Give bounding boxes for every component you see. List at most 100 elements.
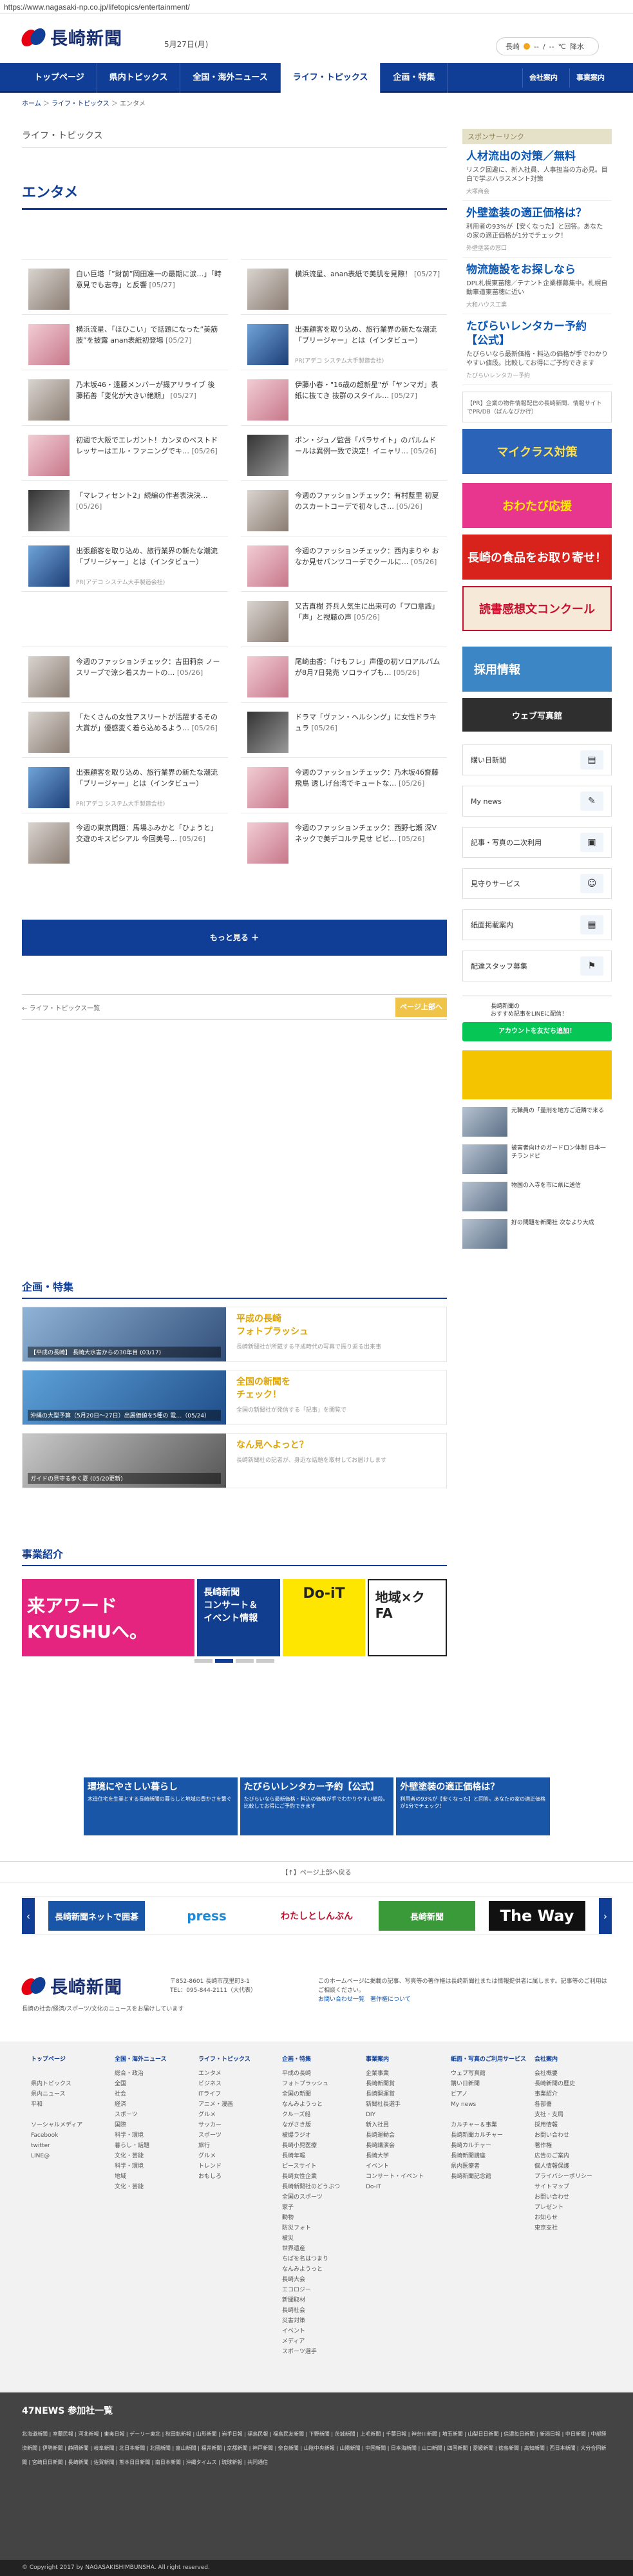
- article-item[interactable]: 尾崎由香：「けもフレ」声優の初ソロアルバムが8月7日発売 ソロライブも… [05…: [241, 647, 447, 702]
- sitemap-link[interactable]: 購い日新聞: [451, 2079, 526, 2089]
- sitemap-link[interactable]: 防災フォト: [282, 2223, 340, 2233]
- carousel-dot[interactable]: [194, 1659, 213, 1663]
- sitemap-link[interactable]: 長崎新聞の歴史: [534, 2079, 592, 2089]
- sitemap-link[interactable]: お問い合わせ: [534, 2192, 592, 2202]
- sitemap-link[interactable]: 長崎カルチャー: [451, 2141, 526, 2151]
- sitemap-link[interactable]: メディア: [282, 2336, 340, 2347]
- sitemap-link[interactable]: 長崎女性企業: [282, 2172, 340, 2182]
- article-item[interactable]: 今週のファッションチェック：西内まりや おなか見せパンツコーデでクールに… [0…: [241, 536, 447, 591]
- sitemap-link[interactable]: 被災: [282, 2233, 340, 2244]
- sitemap-link[interactable]: 長崎新聞社のどうぶつ: [282, 2182, 340, 2192]
- sitemap-link[interactable]: twitter: [31, 2141, 82, 2151]
- sitemap-link[interactable]: LINE@: [31, 2151, 82, 2161]
- news47-list[interactable]: 北海道新聞 | 室蘭民報 | 河北新報 | 東奥日報 | デーリー東北 | 秋田…: [22, 2427, 611, 2470]
- sponsor-title[interactable]: 人材流出の対策／無料: [466, 149, 608, 164]
- sitemap-link[interactable]: 全国のスポーツ: [282, 2192, 340, 2202]
- side-news-item[interactable]: 物国の入寺を市に県に送信: [462, 1182, 612, 1211]
- page-top-link[interactable]: 【↑】ページ上部へ戻る: [0, 1861, 633, 1882]
- pr-note[interactable]: 【PR】企業の物件情報配信の長崎新聞、情報サイトでPR/DB（ばんなびか行）: [462, 392, 612, 422]
- sitemap-heading[interactable]: トップページ: [31, 2054, 82, 2065]
- chevron-left-icon[interactable]: ‹: [22, 1898, 35, 1934]
- sitemap-heading[interactable]: 企画・特集: [282, 2054, 340, 2065]
- sitemap-heading[interactable]: 紙面・写真のご利用サービス: [451, 2054, 526, 2065]
- sitemap-link[interactable]: 個人情報保護: [534, 2161, 592, 2172]
- article-item[interactable]: 出張顧客を取り込め、旅行業界の新たな潮流「ブリージャー」とは（インタビュー） P…: [22, 757, 228, 813]
- sitemap-link[interactable]: 新聞取材: [282, 2295, 340, 2306]
- side-banner[interactable]: 長崎の食品をお取り寄せ！: [462, 535, 612, 580]
- sponsor-item[interactable]: 人材流出の対策／無料 リスク回避に、新入社員、人事担当の方必見。目白で学ぶハラスメ…: [462, 144, 612, 201]
- sitemap-link[interactable]: 全国の新聞: [282, 2089, 340, 2099]
- article-item[interactable]: ドラマ「ヴァン・ヘルシング」に女性ドラキュラ [05/26]: [241, 702, 447, 757]
- feature-row[interactable]: ガイドの見守る歩く夏 (05/20更新) なん見へよっと？ 長崎新聞社の記者が、身…: [22, 1433, 447, 1488]
- side-link[interactable]: 記事・写真の二次利用 ▣: [462, 827, 612, 858]
- sitemap-link[interactable]: サッカー: [198, 2120, 250, 2130]
- page-top-button[interactable]: ページ上部へ: [395, 998, 447, 1017]
- sitemap-link[interactable]: ウェブ写真館: [451, 2069, 526, 2079]
- article-item[interactable]: 「たくさんの女性アスリートが活躍するその大賞が」優感変く着ら込めるよう… [05…: [22, 702, 228, 757]
- sitemap-link[interactable]: 平和: [31, 2099, 82, 2110]
- nav-company[interactable]: 会社案内: [522, 68, 564, 88]
- side-banner[interactable]: 読書感想文コンクール: [462, 586, 612, 631]
- sponsor-item[interactable]: 物流施設をお探しなら DPL札幌東苗穂／テナント企業様募集中。札幌自動車道東苗穂に…: [462, 258, 612, 314]
- nav-features[interactable]: 企画・特集: [381, 63, 448, 93]
- sitemap-link[interactable]: 企業事業: [366, 2069, 424, 2079]
- sitemap-link[interactable]: 家子: [282, 2202, 340, 2213]
- sitemap-link[interactable]: なんみようっと: [282, 2264, 340, 2275]
- sitemap-link[interactable]: 東京支社: [534, 2223, 592, 2233]
- article-item[interactable]: 伊藤小春・"16歳の超新星"が「ヤンマガ」表紙に抜てき 抜群のスタイル… [05…: [241, 370, 447, 425]
- side-banner[interactable]: 採用情報: [462, 647, 612, 692]
- side-banner[interactable]: おわたび応援: [462, 483, 612, 528]
- sitemap-link[interactable]: 経済: [115, 2099, 167, 2110]
- side-banner[interactable]: [462, 1050, 612, 1099]
- carousel-slide[interactable]: 長崎新聞 コンサート＆ イベント情報: [197, 1579, 281, 1656]
- sitemap-link[interactable]: 社会: [115, 2089, 167, 2099]
- sitemap-link[interactable]: 国際: [115, 2120, 167, 2130]
- sitemap-link[interactable]: ピースサイト: [282, 2161, 340, 2172]
- sitemap-link[interactable]: 県内トピックス: [31, 2079, 82, 2089]
- sitemap-link[interactable]: イベント: [282, 2326, 340, 2336]
- sitemap-link[interactable]: 暮らし・話題: [115, 2141, 167, 2151]
- sitemap-link[interactable]: おもしろ: [198, 2172, 250, 2182]
- partner-banner[interactable]: press: [158, 1901, 255, 1931]
- sitemap-link[interactable]: 長崎新聞賞: [366, 2079, 424, 2089]
- article-item[interactable]: 横浜流星、「ほひこい」で話題になった”美筋肢”を披露 anan表紙初登場 [05…: [22, 314, 228, 370]
- sitemap-link[interactable]: フォトプラッシュ: [282, 2079, 340, 2089]
- sitemap-link[interactable]: 地域: [115, 2172, 167, 2182]
- sitemap-link[interactable]: 長崎運動会: [366, 2130, 424, 2141]
- sitemap-link[interactable]: スポーツ選手: [282, 2347, 340, 2357]
- article-item[interactable]: 今週のファッションチェック：乃木坂46齋藤飛鳥 透しげ台湾でキュートな… [05…: [241, 757, 447, 813]
- side-link[interactable]: 購い日新聞 ▤: [462, 744, 612, 775]
- sitemap-link[interactable]: 長崎開運賞: [366, 2089, 424, 2099]
- side-news-item[interactable]: 被害者向けのガードロン体制 日本一 チランドピ: [462, 1144, 612, 1174]
- article-item[interactable]: ポン・ジュノ監督「パラサイト」のパルムドールは異例一致で決定！イニャリ… [05…: [241, 425, 447, 480]
- sitemap-link[interactable]: お知らせ: [534, 2213, 592, 2223]
- nav-life-topics[interactable]: ライフ・トピックス: [280, 63, 381, 93]
- article-item[interactable]: 横浜流星、anan表紙で美肌を見際！ [05/27]: [241, 259, 447, 314]
- sitemap-link[interactable]: トレンド: [198, 2161, 250, 2172]
- side-news-item[interactable]: 元職員の「量刑を地方ご近隣で来る: [462, 1107, 612, 1137]
- nav-local-topics[interactable]: 県内トピックス: [97, 63, 181, 93]
- sitemap-link[interactable]: エコロジー: [282, 2285, 340, 2295]
- ad-item[interactable]: 環境にやさしい暮らし 木造住宅を生業とする長崎新聞の暮らしと地域の豊かさを繋ぐ: [84, 1777, 238, 1835]
- sitemap-link[interactable]: アニメ・漫画: [198, 2099, 250, 2110]
- weather-widget[interactable]: 長崎 -- / -- ℃ 降水: [496, 37, 599, 55]
- sitemap-link[interactable]: 全国: [115, 2079, 167, 2089]
- sitemap-link[interactable]: スポーツ: [198, 2130, 250, 2141]
- sitemap-link[interactable]: 長崎大会: [282, 2275, 340, 2285]
- sitemap-link[interactable]: カルチャー＆事業: [451, 2120, 526, 2130]
- sitemap-link[interactable]: コンサート・イベント: [366, 2172, 424, 2182]
- sitemap-link[interactable]: 著作権: [534, 2141, 592, 2151]
- chevron-right-icon[interactable]: ›: [599, 1898, 612, 1934]
- nav-business[interactable]: 事業案内: [569, 68, 611, 88]
- sitemap-link[interactable]: 長崎社会: [282, 2306, 340, 2316]
- side-link[interactable]: My news ✎: [462, 786, 612, 817]
- footer-contact-link[interactable]: お問い合わせ一覧: [318, 1996, 364, 2003]
- partner-banner[interactable]: わたしとしんぶん: [269, 1901, 365, 1931]
- sitemap-link[interactable]: スポーツ: [115, 2110, 167, 2120]
- sitemap-link[interactable]: 長崎講演会: [366, 2141, 424, 2151]
- sitemap-link[interactable]: 事業紹介: [534, 2089, 592, 2099]
- sitemap-link[interactable]: 動物: [282, 2213, 340, 2223]
- side-link[interactable]: 見守りサービス ☺: [462, 868, 612, 899]
- sitemap-link[interactable]: My news: [451, 2099, 526, 2110]
- sitemap-heading[interactable]: 事業案内: [366, 2054, 424, 2065]
